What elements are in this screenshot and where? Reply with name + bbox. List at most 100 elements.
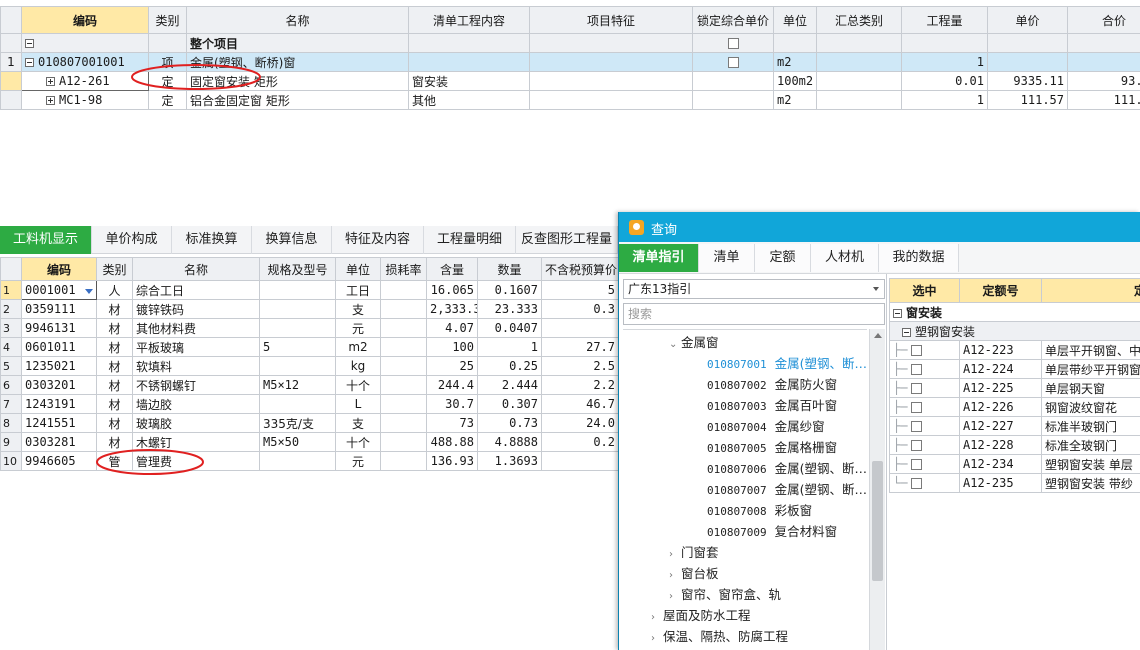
col-header-code[interactable]: 编码 [21, 6, 149, 34]
col-header-loss-rate[interactable]: 损耗率 [380, 257, 427, 281]
col-header-type[interactable]: 类别 [96, 257, 133, 281]
select-checkbox[interactable] [911, 459, 923, 470]
table-group-row[interactable]: 整个项目 [0, 33, 1140, 53]
col-header-unit[interactable]: 单位 [773, 6, 817, 34]
table-row[interactable]: ├─ A12-225 单层钢天窗 [889, 378, 1140, 398]
tree-node-item[interactable]: 010807005 金属格栅窗 [707, 437, 837, 458]
chevron-right-icon[interactable]: › [651, 607, 663, 628]
col-header-quota-name[interactable]: 定 [1041, 278, 1140, 303]
tab-quota[interactable]: 定额 [755, 244, 811, 272]
tree-node-insulation[interactable]: › 保温、隔热、防腐工程 [651, 626, 788, 647]
col-header-name[interactable]: 名称 [132, 257, 260, 281]
tree-node-item[interactable]: 010807001 金属(塑钢、断… [707, 353, 867, 374]
table-row[interactable]: 6 0303201 材 不锈钢螺钉 M5×12 十个 244.4 2.444 2… [0, 375, 619, 395]
col-header-code[interactable]: 编码 [21, 257, 97, 281]
quota-group-row[interactable]: 窗安装 [889, 302, 1140, 322]
table-row[interactable]: ├─ A12-226 钢窗波纹窗花 [889, 397, 1140, 417]
select-checkbox[interactable] [911, 478, 923, 489]
tree-node-window-sill[interactable]: › 窗台板 [669, 563, 719, 584]
tree-scrollbar[interactable] [869, 329, 885, 650]
tab-my-data[interactable]: 我的数据 [879, 244, 959, 272]
chevron-right-icon[interactable]: › [669, 565, 681, 586]
table-row[interactable]: 2 0359111 材 镀锌铁码 支 2,333.3 23.333 0.3 [0, 299, 619, 319]
col-header-summary-type[interactable]: 汇总类别 [816, 6, 902, 34]
quota-pane: 选中 定额号 定 窗安装 塑钢窗安装 ├─ A12-223 单层平开钢窗、中悬 … [889, 274, 1140, 650]
table-row[interactable]: ├─ A12-227 标准半玻钢门 [889, 416, 1140, 436]
tab-labor-material-machine[interactable]: 人材机 [811, 244, 879, 272]
quota-subgroup-row[interactable]: 塑钢窗安装 [889, 321, 1140, 341]
col-header-name[interactable]: 名称 [186, 6, 409, 34]
chevron-right-icon[interactable]: › [651, 628, 663, 649]
table-row[interactable]: 4 0601011 材 平板玻璃 5 m2 100 1 27.7 [0, 337, 619, 357]
tab-bill[interactable]: 清单 [699, 244, 755, 272]
collapse-icon[interactable] [25, 58, 34, 67]
select-checkbox[interactable] [911, 440, 923, 451]
tab-bill-guide[interactable]: 清单指引 [619, 244, 699, 272]
tree-node-item[interactable]: 010807009 复合材料窗 [707, 521, 837, 542]
col-header-feature[interactable]: 项目特征 [529, 6, 693, 34]
col-header-type[interactable]: 类别 [148, 6, 187, 34]
table-row[interactable]: ├─ A12-223 单层平开钢窗、中悬 [889, 340, 1140, 360]
tree-node-item[interactable]: 010807004 金属纱窗 [707, 416, 825, 437]
dialog-title-bar[interactable]: 查询 [619, 212, 1140, 242]
select-checkbox[interactable] [911, 345, 923, 356]
collapse-icon[interactable] [902, 327, 911, 337]
col-header-lock-price[interactable]: 锁定综合单价 [692, 6, 774, 34]
dropdown-arrow-icon[interactable] [85, 289, 93, 294]
guide-select[interactable]: 广东13指引 [623, 279, 885, 299]
tab-labor-material-machine[interactable]: 工料机显示 [0, 226, 92, 254]
expand-icon[interactable] [46, 77, 55, 86]
tree-node-metal-window[interactable]: ⌄ 金属窗 [669, 332, 719, 353]
lock-checkbox[interactable] [727, 38, 739, 49]
tree-node-door-window-cover[interactable]: › 门窗套 [669, 542, 719, 563]
col-header-spec[interactable]: 规格及型号 [259, 257, 336, 281]
col-header-quantity[interactable]: 数量 [477, 257, 542, 281]
select-checkbox[interactable] [911, 421, 923, 432]
tab-quantity-detail[interactable]: 工程量明细 [424, 226, 516, 254]
chevron-down-icon[interactable]: ⌄ [669, 334, 681, 355]
tree-node-item[interactable]: 010807006 金属(塑钢、断… [707, 458, 867, 479]
table-row[interactable]: 8 1241551 材 玻璃胶 335克/支 支 73 0.73 24.0 [0, 413, 619, 433]
tab-conversion-info[interactable]: 换算信息 [252, 226, 332, 254]
col-header-selected[interactable]: 选中 [889, 278, 960, 303]
search-input[interactable] [623, 303, 885, 325]
tab-reverse-graphic-quantity[interactable]: 反查图形工程量 [516, 226, 618, 254]
scroll-up-arrow-icon[interactable] [874, 333, 882, 338]
table-row[interactable]: 7 1243191 材 墙边胶 L 30.7 0.307 46.7 [0, 394, 619, 414]
tree-node-item[interactable]: 010807003 金属百叶窗 [707, 395, 837, 416]
collapse-icon[interactable] [25, 39, 34, 48]
col-header-content[interactable]: 含量 [426, 257, 478, 281]
tree-node-item[interactable]: 010807007 金属(塑钢、断… [707, 479, 867, 500]
chevron-right-icon[interactable]: › [669, 586, 681, 607]
tab-price-composition[interactable]: 单价构成 [92, 226, 172, 254]
scrollbar-thumb[interactable] [872, 461, 883, 581]
tab-standard-conversion[interactable]: 标准换算 [172, 226, 252, 254]
tab-features-content[interactable]: 特征及内容 [332, 226, 424, 254]
tree-node-curtain[interactable]: › 窗帘、窗帘盒、轨 [669, 584, 781, 605]
table-row[interactable]: ├─ A12-234 塑钢窗安装 单层 [889, 454, 1140, 474]
table-row[interactable]: └─ A12-235 塑钢窗安装 带纱 [889, 473, 1140, 493]
expand-icon[interactable] [46, 96, 55, 105]
table-row[interactable]: ├─ A12-224 单层带纱平开钢窗 [889, 359, 1140, 379]
col-header-unit-price[interactable]: 单价 [987, 6, 1068, 34]
lock-checkbox[interactable] [727, 57, 739, 68]
table-row[interactable]: 3 9946131 材 其他材料费 元 4.07 0.0407 [0, 318, 619, 338]
table-row[interactable]: 1 0001001 人 综合工日 工日 16.065 0.1607 5 [0, 280, 619, 300]
tree-node-item[interactable]: 010807002 金属防火窗 [707, 374, 837, 395]
col-header-content[interactable]: 清单工程内容 [408, 6, 530, 34]
select-checkbox[interactable] [911, 364, 923, 375]
col-header-price[interactable]: 不含税预算价 [541, 257, 619, 281]
col-header-total[interactable]: 合价 [1067, 6, 1140, 34]
collapse-icon[interactable] [893, 308, 902, 318]
col-header-quantity[interactable]: 工程量 [901, 6, 988, 34]
chevron-right-icon[interactable]: › [669, 544, 681, 565]
select-checkbox[interactable] [911, 383, 923, 394]
table-row[interactable]: 5 1235021 材 软填料 kg 25 0.25 2.5 [0, 356, 619, 376]
tree-node-item[interactable]: 010807008 彩板窗 [707, 500, 812, 521]
tree-node-roof-waterproof[interactable]: › 屋面及防水工程 [651, 605, 751, 626]
col-header-unit[interactable]: 单位 [335, 257, 381, 281]
table-row[interactable]: ├─ A12-228 标准全玻钢门 [889, 435, 1140, 455]
col-header-quota-no[interactable]: 定额号 [959, 278, 1042, 303]
app-logo-icon [629, 220, 644, 235]
select-checkbox[interactable] [911, 402, 923, 413]
